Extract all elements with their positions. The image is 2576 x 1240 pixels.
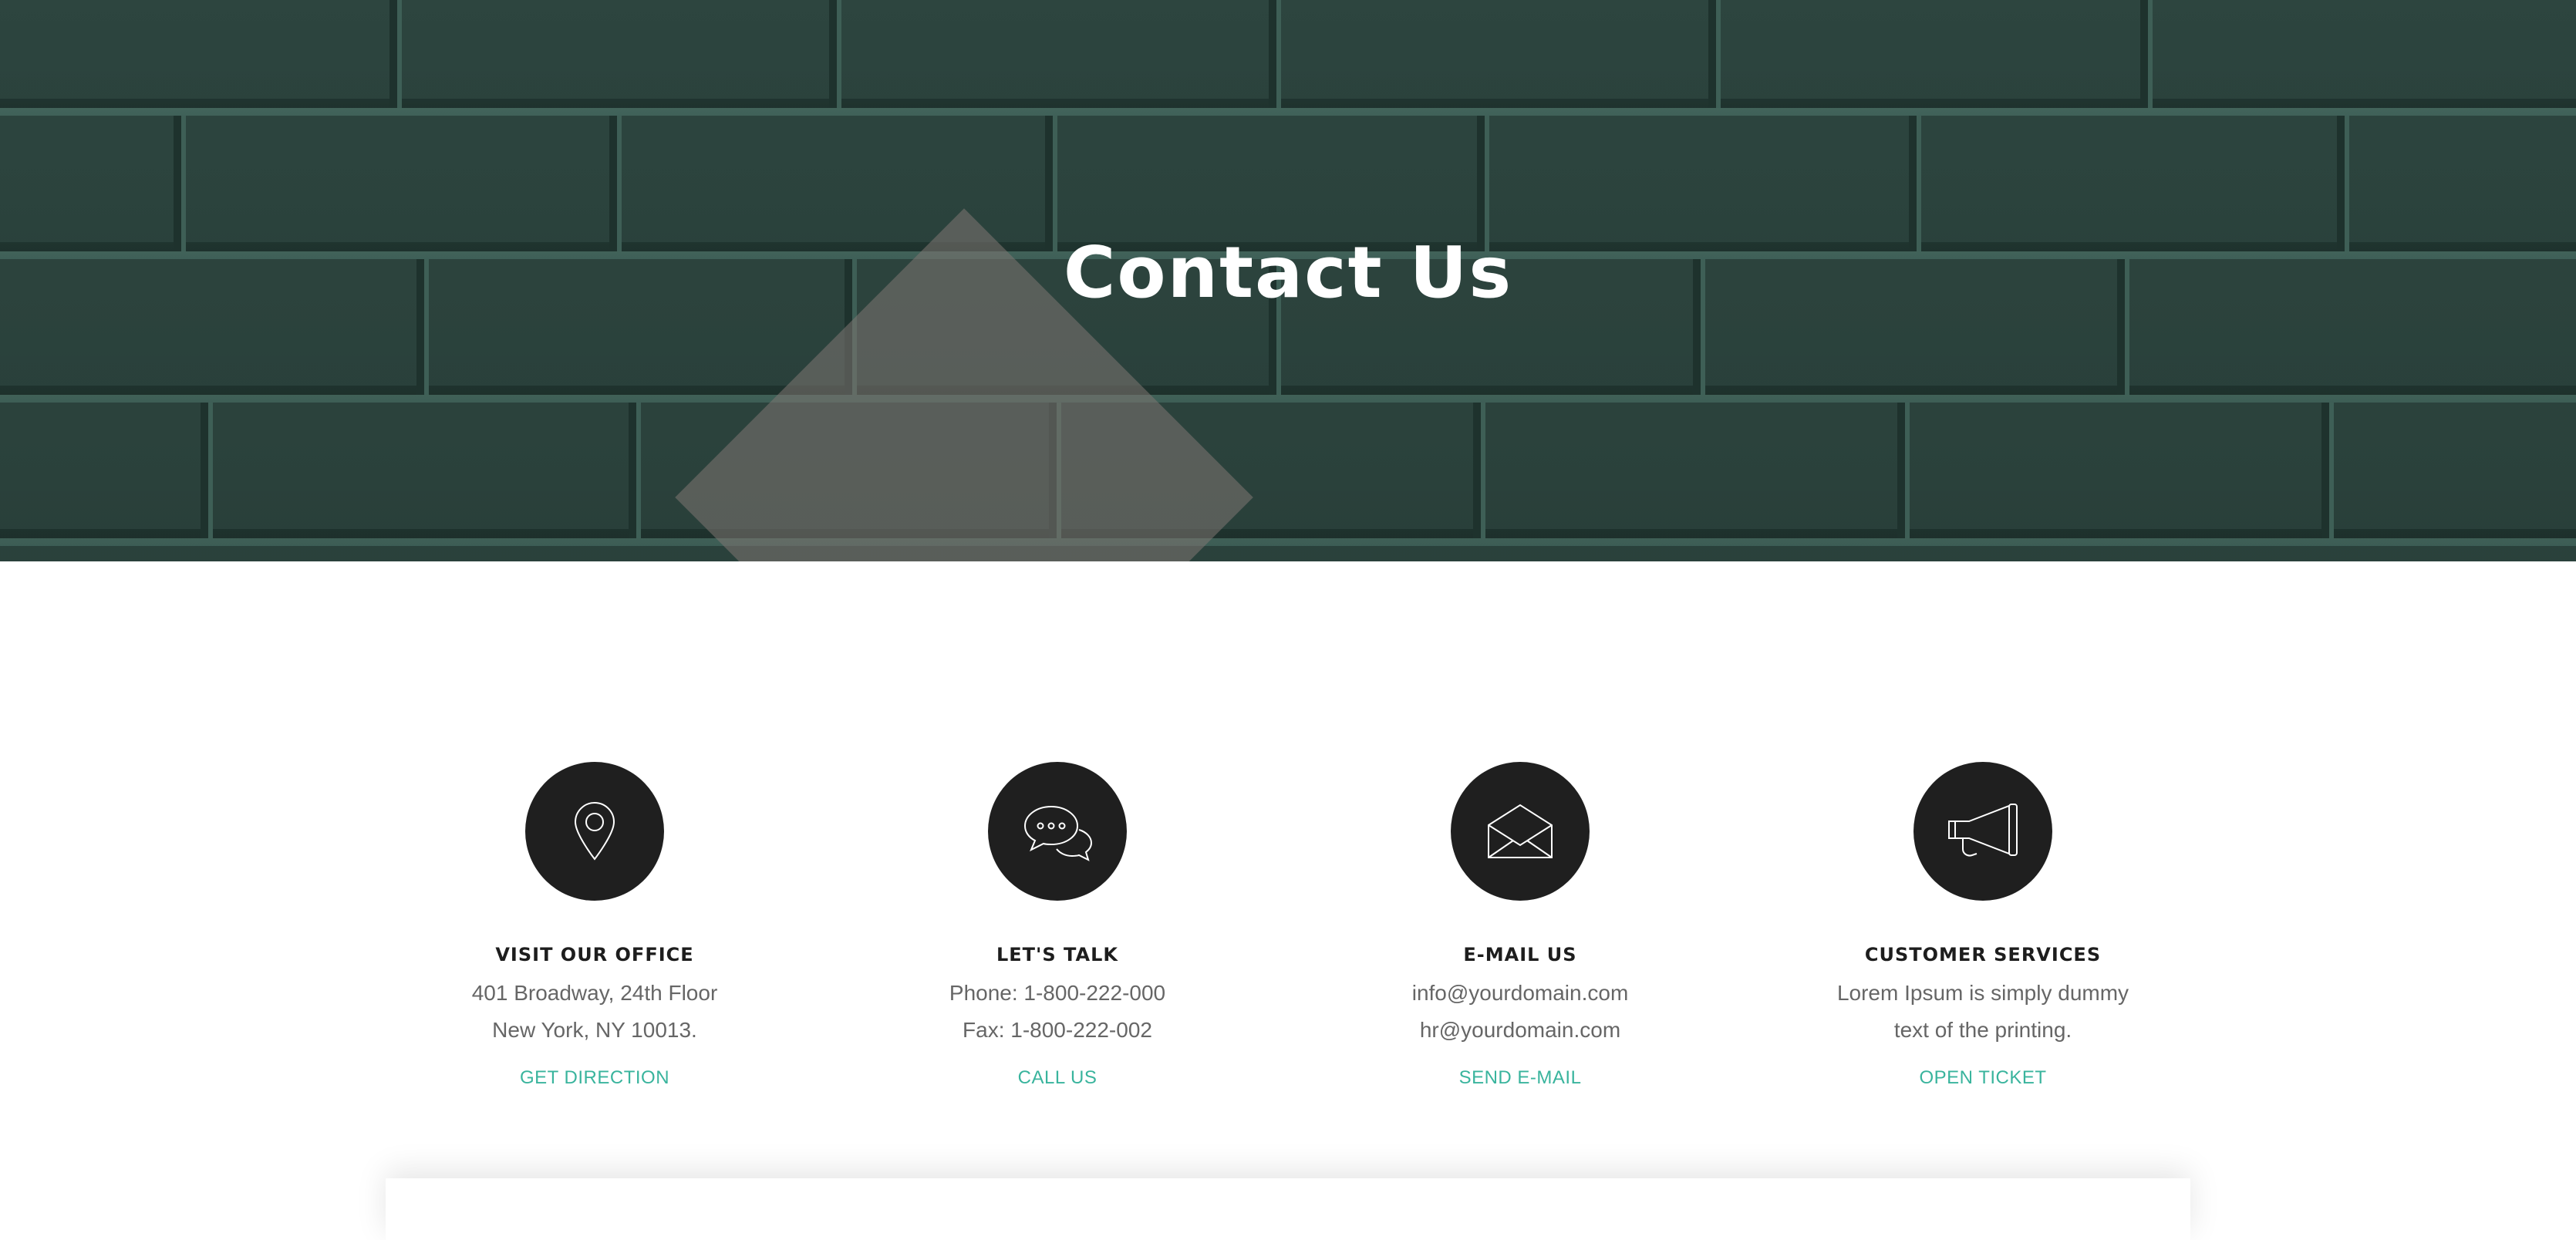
- get-direction-link[interactable]: GET DIRECTION: [520, 1067, 669, 1089]
- card-title: CUSTOMER SERVICES: [1864, 944, 2102, 965]
- envelope-icon: [1451, 762, 1590, 901]
- call-us-link[interactable]: CALL US: [1018, 1067, 1097, 1089]
- card-text: Fax: 1-800-222-002: [963, 1018, 1152, 1042]
- contact-card-email: E-MAIL US info@yourdomain.com hr@yourdom…: [1327, 762, 1713, 1089]
- card-text: Phone: 1-800-222-000: [949, 981, 1166, 1005]
- contact-card-customer-services: CUSTOMER SERVICES Lorem Ipsum is simply …: [1790, 762, 2176, 1089]
- contact-card-office: VISIT OUR OFFICE 401 Broadway, 24th Floo…: [402, 762, 787, 1089]
- chat-bubbles-icon: [988, 762, 1127, 901]
- card-title: VISIT OUR OFFICE: [495, 944, 694, 965]
- next-section-panel: [386, 1178, 2190, 1240]
- card-text: hr@yourdomain.com: [1419, 1018, 1621, 1042]
- card-title: LET'S TALK: [996, 944, 1119, 965]
- card-text: info@yourdomain.com: [1411, 981, 1629, 1005]
- card-text: Lorem Ipsum is simply dummy: [1836, 981, 2129, 1005]
- card-text: text of the printing.: [1893, 1018, 2072, 1042]
- map-pin-icon: [525, 762, 664, 901]
- send-email-link[interactable]: SEND E-MAIL: [1459, 1067, 1582, 1089]
- card-text: 401 Broadway, 24th Floor: [471, 981, 718, 1005]
- page-title: Contact Us: [1063, 231, 1513, 314]
- open-ticket-link[interactable]: OPEN TICKET: [1919, 1067, 2046, 1089]
- contact-cards: VISIT OUR OFFICE 401 Broadway, 24th Floo…: [0, 762, 2576, 1132]
- card-text: New York, NY 10013.: [492, 1018, 697, 1042]
- hero-banner: Contact Us: [0, 0, 2576, 561]
- megaphone-icon: [1913, 762, 2052, 901]
- card-title: E-MAIL US: [1463, 944, 1577, 965]
- contact-card-talk: LET'S TALK Phone: 1-800-222-000 Fax: 1-8…: [865, 762, 1250, 1089]
